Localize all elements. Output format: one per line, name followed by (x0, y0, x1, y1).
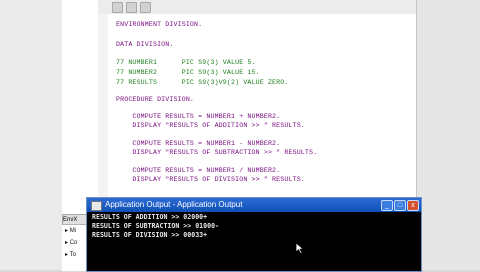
code-line: 77 NUMBER2 PIC S9(3) VALUE 15. (116, 69, 260, 76)
code-line: DATA DIVISION. (116, 41, 174, 48)
code-line: 77 RESULTS PIC S9(3)V9(2) VALUE ZERO. (116, 79, 289, 86)
tree-item-label: Mi (69, 228, 77, 234)
tree-item[interactable]: ▸ To (65, 251, 76, 258)
code-line: 77 NUMBER1 PIC S9(3) VALUE 5. (116, 59, 256, 66)
maximize-button[interactable]: □ (394, 200, 406, 211)
console-line: RESULTS OF SUBTRACTION >> 01000- (92, 222, 220, 230)
tree-item-label: Co (69, 240, 78, 246)
output-title-bar[interactable]: Application Output - Application Output … (87, 198, 421, 212)
code-line: ENVIRONMENT DIVISION. (116, 21, 203, 28)
toolbar-forward-icon[interactable] (140, 2, 151, 13)
code-line: COMPUTE RESULTS = NUMBER1 / NUMBER2. (116, 167, 281, 174)
tree-item-label: To (69, 252, 76, 258)
tree-item[interactable]: ▸ Co (65, 239, 77, 246)
tree-item[interactable]: ▸ Mi (65, 227, 76, 234)
console-line: RESULTS OF DIVISION >> 00033+ (92, 231, 208, 239)
toolbar-back-icon[interactable] (126, 2, 137, 13)
code-line: DISPLAY "RESULTS OF SUBTRACTION >> " RES… (116, 149, 318, 156)
code-editor[interactable]: ENVIRONMENT DIVISION. DATA DIVISION. 77 … (108, 14, 416, 200)
code-line: DISPLAY "RESULTS OF ADDITION >> " RESULT… (116, 122, 305, 129)
code-line: PROCEDURE DIVISION. (116, 96, 195, 103)
console-output[interactable]: RESULTS OF ADDITION >> 02000+ RESULTS OF… (87, 212, 419, 270)
project-tree: ▸ Mi ▸ Co ▸ To (62, 224, 86, 271)
desktop-left-strip (0, 0, 63, 270)
mouse-pointer-icon (295, 242, 305, 254)
code-line: COMPUTE RESULTS = NUMBER1 - NUMBER2. (116, 140, 281, 147)
code-line: DISPLAY "RESULTS OF DIVISION >> " RESULT… (116, 176, 305, 183)
console-icon (91, 201, 102, 211)
right-side-panel (416, 0, 480, 270)
code-line: COMPUTE RESULTS = NUMBER1 + NUMBER2. (116, 113, 281, 120)
console-line: RESULTS OF ADDITION >> 02000+ (92, 213, 208, 221)
toolbar-home-icon[interactable] (112, 2, 123, 13)
minimize-button[interactable]: _ (381, 200, 393, 211)
close-button[interactable]: x (407, 200, 419, 211)
output-window-title: Application Output - Application Output (105, 200, 243, 209)
editor-toolbar (98, 0, 416, 15)
application-output-window: Application Output - Application Output … (86, 197, 422, 272)
